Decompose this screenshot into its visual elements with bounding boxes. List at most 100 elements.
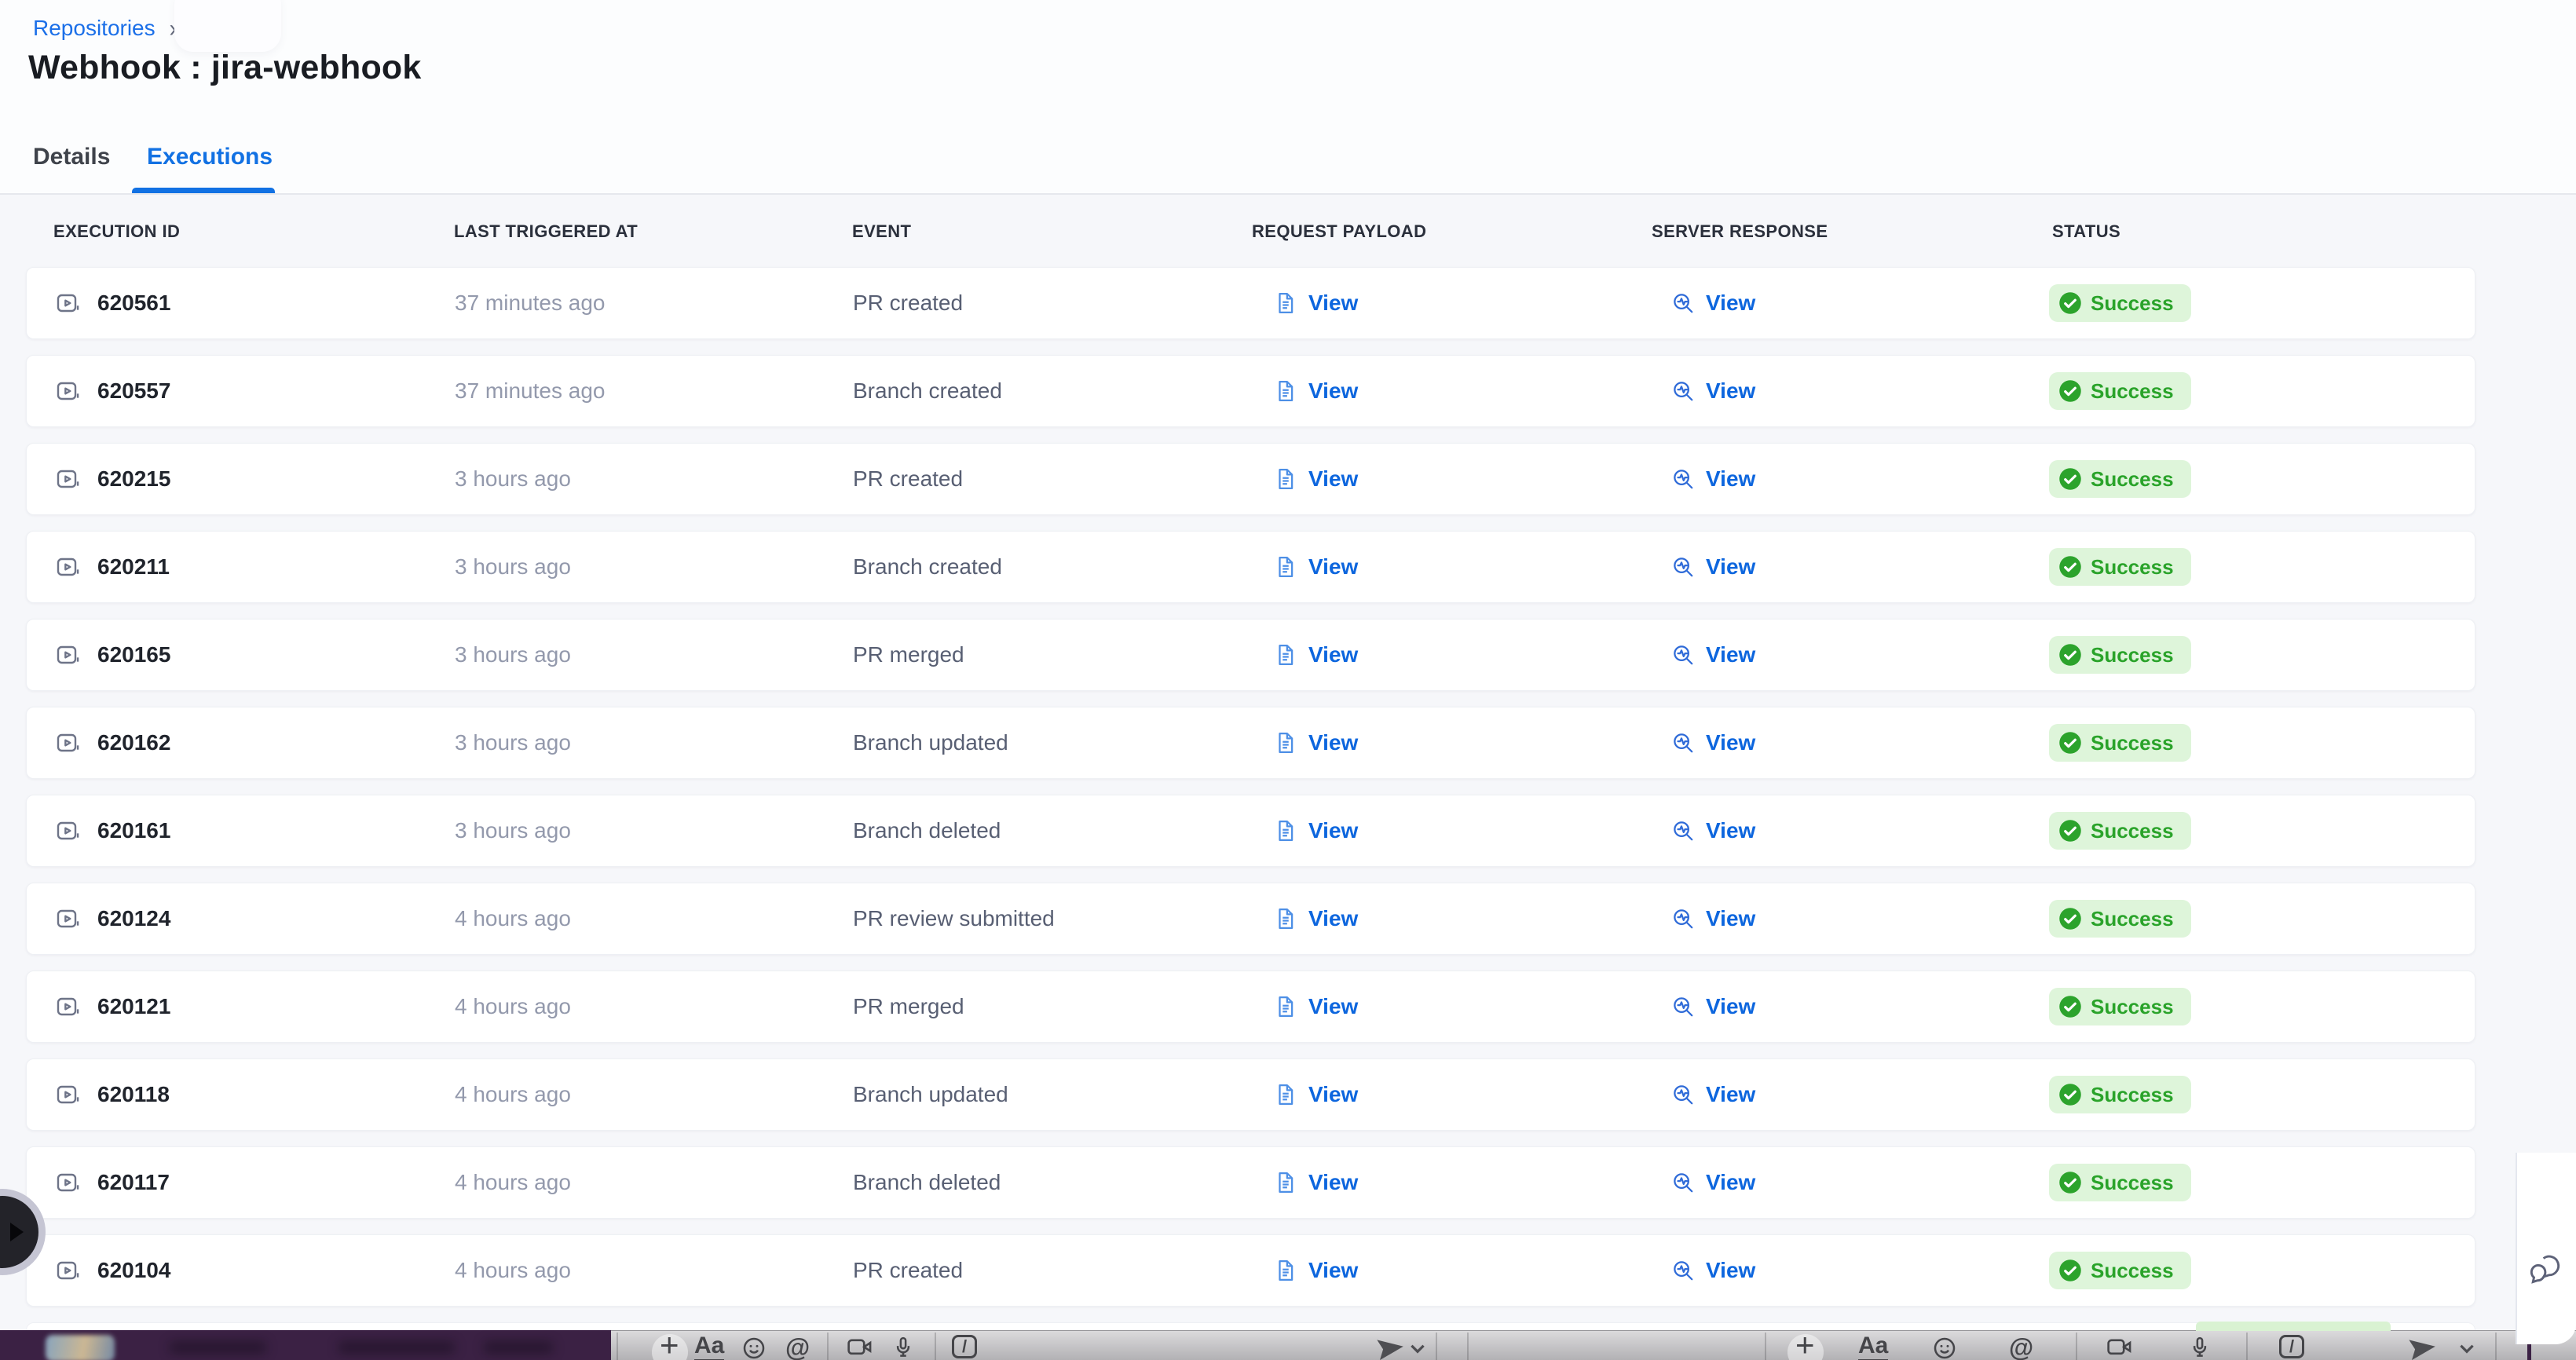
event-label: Branch created xyxy=(853,554,1002,579)
execution-id: 620121 xyxy=(97,994,170,1019)
toolbar-divider xyxy=(1467,1333,1469,1360)
server-response-view-link[interactable]: View xyxy=(1671,994,1755,1019)
chat-bubbles-icon xyxy=(2525,1247,2567,1289)
breadcrumb-repositories-link[interactable]: Repositories xyxy=(33,16,156,41)
request-payload-view-link[interactable]: View xyxy=(1274,1082,1358,1107)
view-label: View xyxy=(1706,994,1755,1019)
execution-id-cell: 620161 xyxy=(55,818,170,843)
execution-id: 620104 xyxy=(97,1258,170,1283)
event-label: Branch deleted xyxy=(853,1170,1001,1195)
view-label: View xyxy=(1308,378,1358,404)
tab-details[interactable]: Details xyxy=(33,144,110,170)
column-server-response: SERVER RESPONSE xyxy=(1652,221,1828,242)
request-payload-view-link[interactable]: View xyxy=(1274,378,1358,404)
mention-icon[interactable]: @ xyxy=(785,1335,810,1360)
document-icon xyxy=(1274,1171,1297,1194)
server-response-view-link[interactable]: View xyxy=(1671,642,1755,667)
execution-row: 620561 37 minutes ago PR created View Vi… xyxy=(26,267,2475,339)
event-label: PR review submitted xyxy=(853,906,1055,931)
document-icon xyxy=(1274,1259,1297,1282)
mic-icon[interactable] xyxy=(2188,1336,2212,1359)
play-square-icon xyxy=(55,994,80,1019)
check-circle-icon xyxy=(2058,643,2082,667)
status-label: Success xyxy=(2091,555,2174,579)
last-triggered-at: 4 hours ago xyxy=(455,1258,571,1283)
view-label: View xyxy=(1308,1258,1358,1283)
shortcuts-icon[interactable]: / xyxy=(2279,1335,2304,1358)
execution-id: 620557 xyxy=(97,378,170,404)
execution-id-cell: 620557 xyxy=(55,378,170,404)
execution-id-cell: 620121 xyxy=(55,994,170,1019)
request-payload-view-link[interactable]: View xyxy=(1274,818,1358,843)
event-label: Branch created xyxy=(853,378,1002,404)
send-icon[interactable] xyxy=(2406,1334,2439,1360)
chat-button[interactable] xyxy=(2524,1247,2568,1291)
check-circle-icon xyxy=(2058,555,2082,579)
server-response-view-link[interactable]: View xyxy=(1671,1258,1755,1283)
document-icon xyxy=(1274,995,1297,1018)
view-label: View xyxy=(1706,642,1755,667)
shortcuts-icon[interactable]: / xyxy=(952,1335,977,1358)
view-label: View xyxy=(1706,554,1755,579)
event-label: PR merged xyxy=(853,642,964,667)
play-square-icon xyxy=(55,466,80,492)
last-triggered-at: 3 hours ago xyxy=(455,818,571,843)
request-payload-view-link[interactable]: View xyxy=(1274,1170,1358,1195)
request-payload-view-link[interactable]: View xyxy=(1274,291,1358,316)
status-label: Success xyxy=(2091,467,2174,492)
event-label: Branch deleted xyxy=(853,818,1001,843)
server-response-view-link[interactable]: View xyxy=(1671,291,1755,316)
emoji-icon[interactable] xyxy=(741,1336,767,1360)
check-circle-icon xyxy=(2058,731,2082,755)
request-payload-view-link[interactable]: View xyxy=(1274,466,1358,492)
inspect-response-icon xyxy=(1671,555,1695,579)
emoji-icon[interactable] xyxy=(1932,1336,1957,1360)
plus-icon[interactable]: + xyxy=(660,1333,679,1357)
execution-id-cell: 620124 xyxy=(55,906,170,931)
last-triggered-at: 3 hours ago xyxy=(455,730,571,755)
check-circle-icon xyxy=(2058,907,2082,930)
server-response-view-link[interactable]: View xyxy=(1671,730,1755,755)
send-icon[interactable] xyxy=(1374,1334,1407,1360)
status-label: Success xyxy=(2091,379,2174,404)
request-payload-view-link[interactable]: View xyxy=(1274,994,1358,1019)
inspect-response-icon xyxy=(1671,643,1695,667)
server-response-view-link[interactable]: View xyxy=(1671,466,1755,492)
chevron-down-icon[interactable] xyxy=(2457,1338,2477,1358)
server-response-view-link[interactable]: View xyxy=(1671,906,1755,931)
toolbar-divider xyxy=(617,1333,618,1360)
plus-icon[interactable]: + xyxy=(1795,1333,1815,1357)
request-payload-view-link[interactable]: View xyxy=(1274,730,1358,755)
check-circle-icon xyxy=(2058,819,2082,843)
video-icon[interactable] xyxy=(847,1336,873,1359)
status-badge: Success xyxy=(2049,1164,2191,1201)
request-payload-view-link[interactable]: View xyxy=(1274,554,1358,579)
server-response-view-link[interactable]: View xyxy=(1671,554,1755,579)
play-square-icon xyxy=(55,1258,80,1283)
tab-executions[interactable]: Executions xyxy=(147,144,273,170)
chevron-down-icon[interactable] xyxy=(1407,1338,1428,1358)
mention-icon[interactable]: @ xyxy=(2009,1335,2033,1360)
text-format-icon[interactable]: Aa xyxy=(1858,1335,1888,1360)
request-payload-view-link[interactable]: View xyxy=(1274,1258,1358,1283)
server-response-view-link[interactable]: View xyxy=(1671,378,1755,404)
request-payload-view-link[interactable]: View xyxy=(1274,642,1358,667)
mic-icon[interactable] xyxy=(891,1336,915,1359)
status-label: Success xyxy=(2091,643,2174,667)
server-response-view-link[interactable]: View xyxy=(1671,1170,1755,1195)
blurred-text xyxy=(169,1341,267,1354)
toolbar-divider xyxy=(1436,1333,1437,1360)
check-circle-icon xyxy=(2058,1083,2082,1106)
check-circle-icon xyxy=(2058,1171,2082,1194)
server-response-view-link[interactable]: View xyxy=(1671,818,1755,843)
last-triggered-at: 3 hours ago xyxy=(455,554,571,579)
execution-id-cell: 620162 xyxy=(55,730,170,755)
request-payload-view-link[interactable]: View xyxy=(1274,906,1358,931)
server-response-view-link[interactable]: View xyxy=(1671,1082,1755,1107)
video-icon[interactable] xyxy=(2106,1336,2133,1359)
text-format-icon[interactable]: Aa xyxy=(694,1335,724,1360)
execution-row: 620118 4 hours ago Branch updated View V… xyxy=(26,1058,2475,1131)
status-badge: Success xyxy=(2049,636,2191,674)
status-badge: Success xyxy=(2049,900,2191,938)
toolbar-divider xyxy=(935,1333,936,1360)
